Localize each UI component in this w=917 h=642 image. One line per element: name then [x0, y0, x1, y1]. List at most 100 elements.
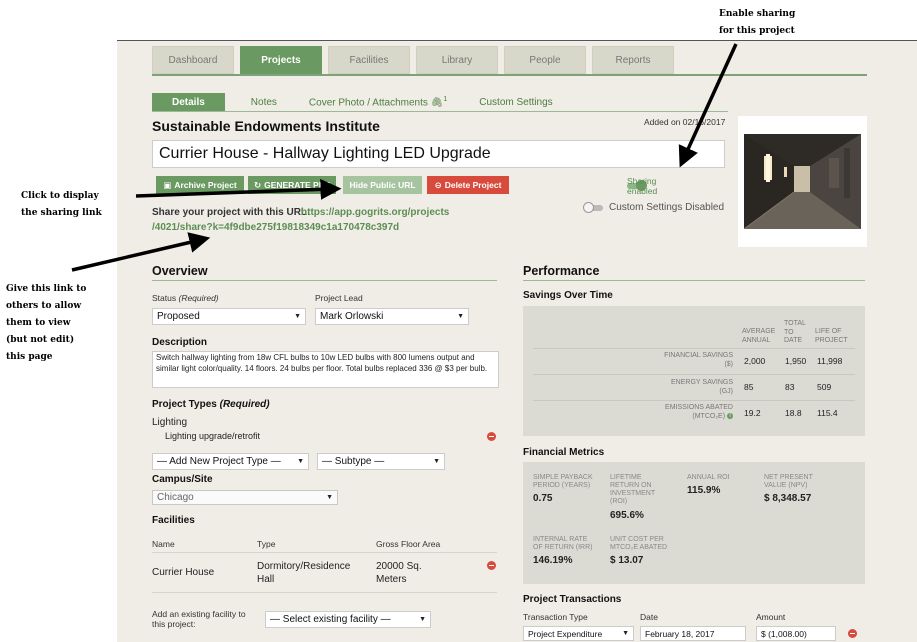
generate-label: GENERATE PDF	[264, 180, 331, 190]
project-cover-photo[interactable]	[738, 116, 867, 247]
project-subtabs: Details Notes Cover Photo / Attachments …	[152, 93, 585, 112]
status-select[interactable]: Proposed ▼	[152, 308, 306, 325]
subtab-notes[interactable]: Notes	[251, 97, 277, 108]
financial-metrics-panel: SIMPLE PAYBACK PERIOD (YEARS) 0.75 LIFETI…	[523, 462, 865, 584]
transaction-amount-value: $ (1,008.00)	[761, 628, 807, 639]
info-icon[interactable]: i	[727, 412, 733, 419]
fac-header-type: Type	[257, 539, 276, 549]
share-url-link[interactable]: https://app.gogrits.org/projects	[301, 207, 449, 218]
hallway-image	[743, 134, 861, 230]
add-project-type-select[interactable]: — Add New Project Type — ▼	[152, 453, 309, 470]
metric-payback-value: 0.75	[533, 493, 553, 504]
status-value: Proposed	[157, 311, 200, 322]
chevron-down-icon: ▼	[419, 616, 426, 623]
minus-circle-icon: ⊖	[434, 179, 442, 190]
annotation-enable-sharing: Enable sharing for this project	[719, 9, 796, 36]
delete-label: Delete Project	[444, 180, 502, 190]
emissions-to-date: 18.8	[785, 408, 802, 418]
emissions-life: 115.4	[817, 408, 838, 418]
savings-over-time-heading: Savings Over Time	[523, 290, 613, 301]
sharing-toggle[interactable]: Sharing enabled	[627, 176, 657, 196]
performance-divider	[523, 280, 865, 281]
project-lead-select[interactable]: Mark Orlowski ▼	[315, 308, 469, 325]
nav-tab-dashboard[interactable]: Dashboard	[152, 46, 234, 74]
project-lead-label: Project Lead	[315, 293, 363, 303]
energy-savings-annual: 85	[744, 382, 754, 392]
remove-facility-icon[interactable]	[487, 561, 496, 570]
fac-header-divider	[152, 552, 497, 553]
custom-settings-toggle[interactable]: Custom Settings Disabled	[583, 201, 724, 213]
subtype-select[interactable]: — Subtype — ▼	[317, 453, 445, 470]
nav-tab-people[interactable]: People	[504, 46, 586, 74]
financial-metrics-heading: Financial Metrics	[523, 447, 605, 458]
chevron-down-icon: ▼	[294, 313, 301, 320]
attachment-count: 1	[443, 96, 448, 104]
metric-unit-cost-label: UNIT COST PER MTCO₂E ABATED	[610, 536, 668, 551]
chevron-down-icon: ▼	[433, 458, 440, 465]
subtab-divider	[152, 111, 728, 112]
metric-payback-label: SIMPLE PAYBACK PERIOD (YEARS)	[533, 474, 593, 489]
subtab-cover-photo[interactable]: Cover Photo / Attachments 🖇1	[309, 96, 447, 108]
financial-savings-to-date: 1,950	[785, 356, 807, 366]
annotation-give-link: Give this link to others to allow them t…	[6, 284, 87, 362]
subtab-custom-settings[interactable]: Custom Settings	[479, 97, 552, 108]
campus-select[interactable]: Chicago ▼	[152, 490, 338, 505]
hide-public-url-button[interactable]: Hide Public URL	[343, 176, 422, 194]
transaction-amount-input[interactable]: $ (1,008.00)	[756, 626, 836, 641]
delete-project-button[interactable]: ⊖ Delete Project	[427, 176, 509, 194]
subtab-details[interactable]: Details	[152, 93, 225, 112]
subtab-cover-label: Cover Photo / Attachments	[308, 97, 428, 109]
facility-area: 20000 Sq. Meters	[376, 561, 422, 585]
row-label-financial-savings: FINANCIAL SAVINGS ($)	[664, 352, 733, 368]
transaction-date-input[interactable]: February 18, 2017	[640, 626, 746, 641]
overview-heading: Overview	[152, 264, 208, 278]
col-average-annual: AVERAGE ANNUAL	[742, 328, 776, 344]
existing-facility-value: — Select existing facility —	[270, 614, 391, 625]
nav-tab-projects[interactable]: Projects	[240, 46, 322, 74]
nav-tab-facilities[interactable]: Facilities	[328, 46, 410, 74]
metric-lifetime-roi-label: LIFETIME RETURN ON INVESTMENT (ROI)	[610, 474, 656, 505]
archive-icon: ▣	[163, 179, 172, 190]
archive-project-button[interactable]: ▣ Archive Project	[156, 176, 244, 194]
project-title-input[interactable]: Currier House - Hallway Lighting LED Upg…	[152, 140, 725, 168]
status-label: Status (Required)	[152, 293, 219, 303]
generate-pdf-button[interactable]: ↻ GENERATE PDF	[248, 176, 336, 194]
description-label: Description	[152, 337, 208, 348]
tx-header-amount: Amount	[756, 612, 786, 622]
col-total-to-date: TOTAL TO DATE	[784, 320, 806, 344]
overview-divider	[152, 280, 497, 281]
metric-irr-value: 146.19%	[533, 555, 573, 566]
nav-divider	[152, 74, 867, 76]
add-type-value: — Add New Project Type —	[157, 456, 281, 467]
financial-savings-annual: 2,000	[744, 356, 766, 366]
share-url-link-continued[interactable]: /4021/share?k=4f9dbe275f19818349c1a17047…	[152, 222, 399, 233]
row-label-emissions-abated: EMISSIONS ABATED (MTCO₂E) i	[665, 404, 733, 420]
description-textarea[interactable]: Switch hallway lighting from 18w CFL bul…	[152, 351, 499, 388]
campus-label: Campus/Site	[152, 474, 213, 485]
paperclip-icon: 🖇	[430, 97, 444, 109]
existing-facility-select[interactable]: — Select existing facility — ▼	[265, 611, 431, 628]
existing-facility-label: Add an existing facility to this project…	[152, 609, 246, 629]
metric-npv-label: NET PRESENT VALUE (NPV)	[764, 474, 813, 489]
sharing-toggle-label: Sharing enabled	[627, 176, 658, 196]
tx-header-type: Transaction Type	[523, 612, 588, 622]
metric-lifetime-roi-value: 695.6%	[610, 510, 644, 521]
metric-irr-label: INTERNAL RATE OF RETURN (IRR)	[533, 536, 593, 551]
campus-value: Chicago	[157, 492, 194, 503]
chevron-down-icon: ▼	[297, 458, 304, 465]
transaction-type-select[interactable]: Project Expenditure ▼	[523, 626, 634, 641]
main-nav: Dashboard Projects Facilities Library Pe…	[152, 46, 680, 74]
project-subtype-name: Lighting upgrade/retrofit	[165, 431, 261, 441]
metric-npv-value: $ 8,348.57	[764, 493, 812, 504]
remove-type-icon[interactable]	[487, 432, 496, 441]
transaction-type-value: Project Expenditure	[528, 628, 603, 639]
remove-transaction-icon[interactable]	[848, 629, 857, 638]
energy-savings-life: 509	[817, 382, 832, 392]
tx-header-date: Date	[640, 612, 658, 622]
fac-header-area: Gross Floor Area	[376, 539, 441, 549]
nav-tab-library[interactable]: Library	[416, 46, 498, 74]
nav-tab-reports[interactable]: Reports	[592, 46, 674, 74]
subtype-value: — Subtype —	[322, 456, 385, 467]
app-window: Dashboard Projects Facilities Library Pe…	[117, 40, 917, 642]
project-types-label: Project Types (Required)	[152, 399, 270, 410]
